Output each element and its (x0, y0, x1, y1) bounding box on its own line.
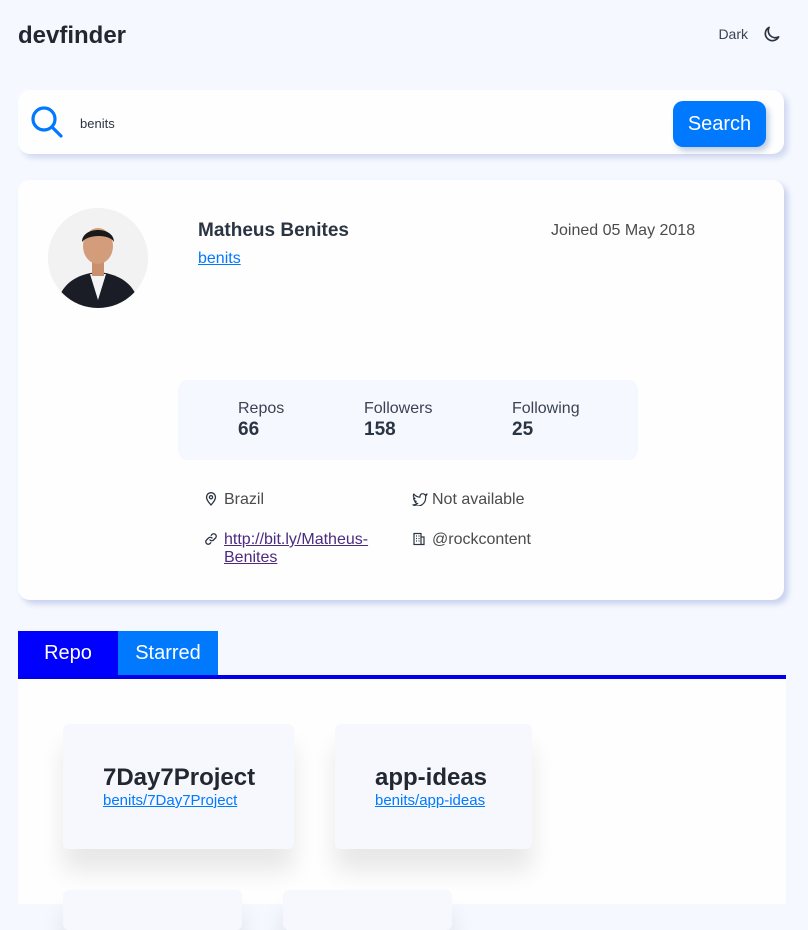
stat-followers-label: Followers (364, 400, 433, 417)
tab-repo[interactable]: Repo (18, 631, 118, 675)
info-company: @rockcontent (412, 531, 531, 549)
stat-following-value: 25 (512, 419, 534, 440)
moon-icon (762, 24, 782, 44)
header: devfinder Dark (0, 0, 808, 72)
info-location: Brazil (204, 491, 264, 509)
twitter-icon (412, 492, 428, 507)
avatar (48, 208, 148, 308)
stat-followers: Followers 158 (364, 400, 432, 441)
stat-repos: Repos 66 (238, 400, 284, 441)
info-twitter: Not available (412, 491, 525, 509)
info-blog: http://bit.ly/Matheus-Benites (204, 531, 384, 567)
profile-card: Matheus Benites benits Joined 05 May 201… (18, 180, 784, 600)
join-date: Joined 05 May 2018 (551, 222, 696, 239)
stat-followers-value: 158 (364, 419, 396, 440)
twitter-text: Not available (432, 491, 525, 508)
repo-link[interactable]: benits/7Day7Project (103, 792, 237, 809)
app-logo: devfinder (18, 22, 127, 49)
stat-repos-label: Repos (238, 400, 285, 417)
search-icon (30, 105, 64, 139)
stat-following-label: Following (512, 400, 580, 417)
repo-card: app-ideas benits/app-ideas (335, 724, 532, 849)
location-pin-icon (204, 492, 218, 506)
tab-starred[interactable]: Starred (118, 631, 218, 675)
stat-following: Following 25 (512, 400, 580, 441)
search-input[interactable] (78, 110, 642, 136)
search-bar: Search (18, 90, 784, 154)
repo-panel: 7Day7Project benits/7Day7Project app-ide… (18, 679, 786, 930)
blog-link[interactable]: http://bit.ly/Matheus-Benites (224, 531, 384, 567)
theme-toggle-label: Dark (718, 26, 748, 42)
repo-tabs: Repo Starred (18, 631, 786, 679)
repo-link[interactable]: benits/app-ideas (375, 792, 485, 809)
user-login-link[interactable]: benits (198, 250, 241, 268)
repo-name: app-ideas (375, 764, 488, 791)
link-icon (204, 532, 218, 546)
stat-repos-value: 66 (238, 419, 260, 440)
repo-card-partial (63, 890, 242, 930)
building-icon (412, 532, 426, 546)
theme-toggle[interactable]: Dark (718, 24, 782, 44)
repo-card-partial (283, 890, 452, 930)
user-name: Matheus Benites (198, 220, 349, 241)
company-text: @rockcontent (432, 531, 531, 548)
search-button[interactable]: Search (673, 101, 766, 147)
stats-box: Repos 66 Followers 158 Following 25 (178, 380, 638, 460)
location-text: Brazil (224, 491, 265, 508)
repo-name: 7Day7Project (103, 764, 256, 791)
repo-card: 7Day7Project benits/7Day7Project (63, 724, 294, 849)
